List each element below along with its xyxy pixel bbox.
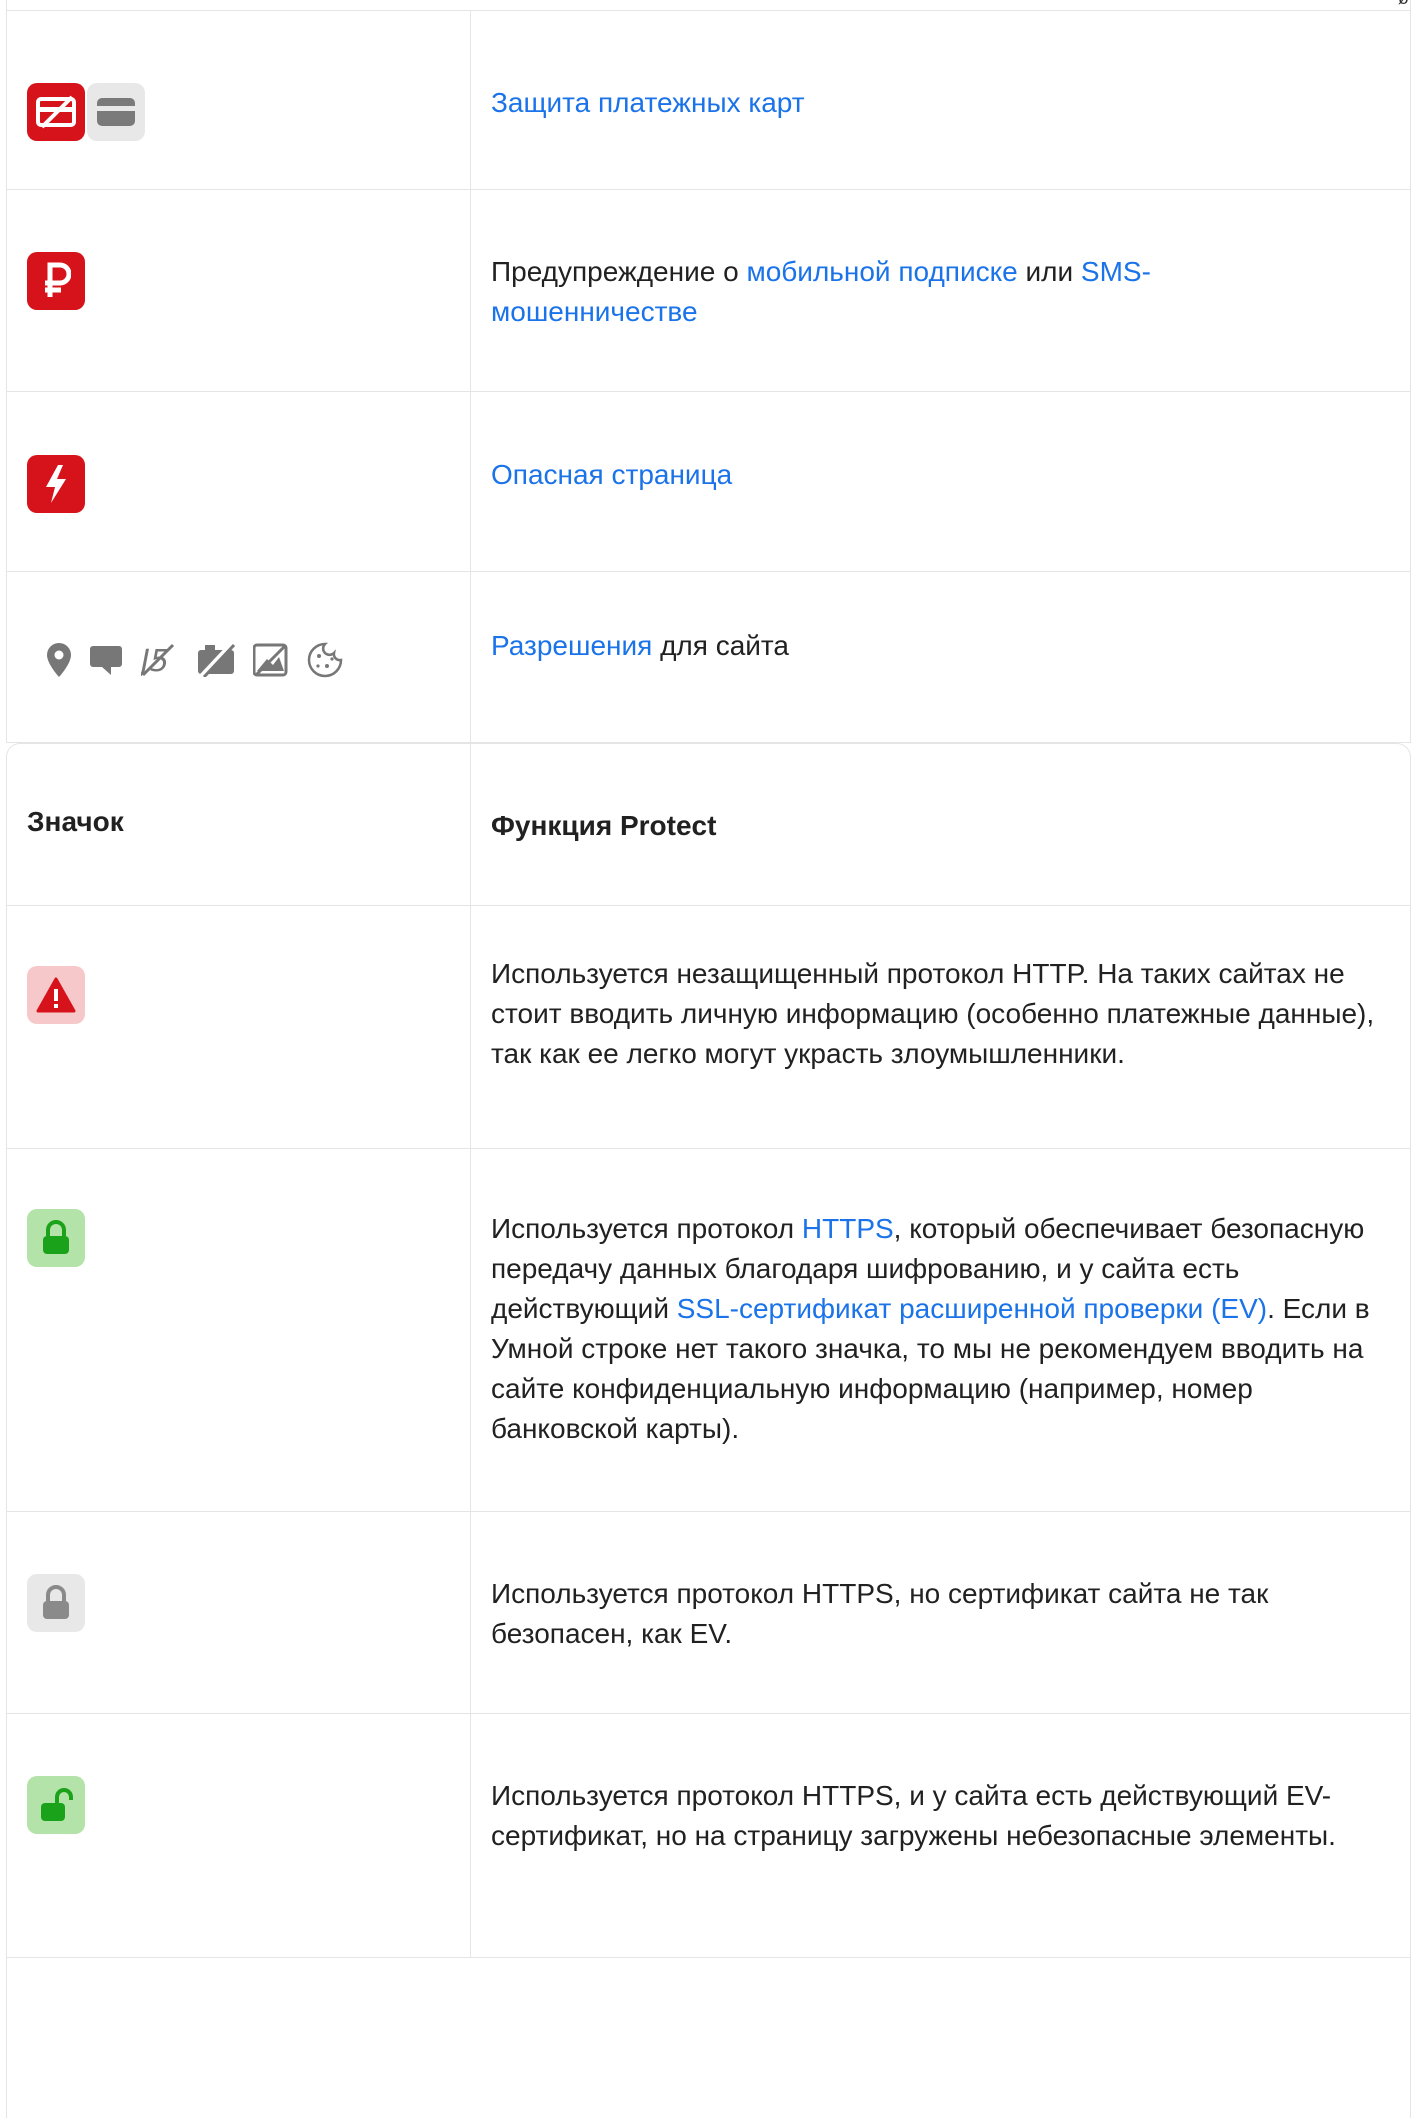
description: Используется протокол HTTPS, но сертифик… [491, 1578, 1269, 1649]
text: или [1017, 256, 1081, 287]
table-row: Используется протокол HTTPS, и у сайта е… [7, 1714, 1410, 1958]
text-cell: Используется протокол HTTPS, который обе… [471, 1149, 1410, 1511]
camera-off-icon [198, 643, 235, 677]
lock-gray-icon [27, 1574, 85, 1632]
column-header-function: Функция Protect [491, 810, 717, 841]
table-row: Используется протокол HTTPS, но сертифик… [7, 1512, 1410, 1714]
table-header-row: Значок Функция Protect [7, 744, 1410, 906]
header-cell: Функция Protect [471, 744, 1410, 905]
https-link[interactable]: HTTPS [802, 1213, 894, 1244]
icon-cell [7, 190, 471, 391]
header-cell: Значок [7, 744, 471, 905]
text-cell: Используется протокол HTTPS, и у сайта е… [471, 1714, 1410, 1957]
text: для сайта [652, 630, 789, 661]
text-cell: Используется незащищенный протокол HTTP.… [471, 906, 1410, 1148]
icon-cell [7, 906, 471, 1148]
permissions-link[interactable]: Разрешения [491, 630, 652, 661]
lock-open-green-icon [27, 1776, 85, 1834]
icon-cell [7, 392, 471, 571]
protect-functions-table: Значок Функция Protect Используется неза… [6, 743, 1411, 2118]
lightning-icon [27, 455, 85, 513]
table-row: Используется протокол HTTPS, который обе… [7, 1149, 1410, 1512]
text: Предупреждение о [491, 256, 747, 287]
mobile-subscription-link[interactable]: мобильной подписке [746, 256, 1017, 287]
image-off-icon [253, 643, 288, 677]
text-cell: Предупреждение о мобильной подписке или … [471, 190, 1410, 391]
empty-cell [7, 1958, 1410, 2118]
table-row: Используется незащищенный протокол HTTP.… [7, 906, 1410, 1149]
description: Используется протокол HTTPS, и у сайта е… [491, 1780, 1336, 1851]
column-header-icon: Значок [27, 806, 124, 837]
description: Используется незащищенный протокол HTTP.… [491, 958, 1375, 1069]
card-icon [87, 83, 145, 141]
icon-cell: J5 [7, 572, 471, 742]
text-cell: Разрешения для сайта [471, 572, 1410, 742]
text-cell: Опасная страница [471, 392, 1410, 571]
table-row: Защита платежных карт [7, 10, 1410, 190]
card-protection-link[interactable]: Защита платежных карт [491, 87, 805, 118]
icon-cell [7, 1149, 471, 1511]
chat-icon [90, 646, 122, 675]
lock-green-icon [27, 1209, 85, 1267]
security-icons-table-top: Защита платежных карт Предупреждение о м… [6, 0, 1411, 743]
text-cell: Используется протокол HTTPS, но сертифик… [471, 1512, 1410, 1713]
ev-certificate-link[interactable]: SSL-сертификат расширенной проверки (EV) [677, 1293, 1267, 1324]
warning-icon [27, 966, 85, 1024]
table-row-empty [7, 1958, 1410, 2118]
card-protection-icon [27, 83, 85, 141]
icon-cell [7, 11, 471, 189]
dangerous-page-link[interactable]: Опасная страница [491, 459, 732, 490]
table-row: J5 Разрешения для сайта [7, 572, 1410, 742]
text: Используется протокол [491, 1213, 802, 1244]
location-icon [47, 643, 71, 677]
cookie-icon [307, 642, 343, 678]
table-row: Опасная страница [7, 392, 1410, 572]
table-row: Предупреждение о мобильной подписке или … [7, 190, 1410, 392]
icon-cell [7, 1714, 471, 1957]
ruble-icon [27, 252, 85, 310]
notifications-off-icon: J5 [141, 643, 175, 677]
text-cell: Защита платежных карт [471, 11, 1410, 189]
icon-cell [7, 1512, 471, 1713]
